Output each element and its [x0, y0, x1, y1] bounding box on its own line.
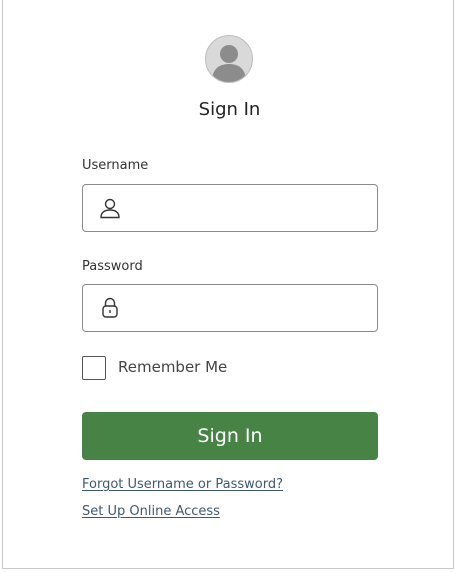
username-field[interactable] — [82, 184, 378, 232]
setup-online-access-link[interactable]: Set Up Online Access — [82, 504, 220, 519]
remember-me-checkbox[interactable] — [82, 356, 106, 380]
remember-me-label[interactable]: Remember Me — [118, 358, 227, 376]
sign-in-button[interactable]: Sign In — [82, 412, 378, 460]
user-avatar-icon — [205, 35, 253, 83]
username-input[interactable] — [133, 185, 369, 231]
page-title: Sign In — [198, 99, 261, 120]
username-label: Username — [82, 158, 149, 173]
password-label: Password — [82, 259, 143, 274]
user-icon — [98, 196, 122, 220]
password-field[interactable] — [82, 284, 378, 332]
lock-icon — [98, 296, 122, 320]
forgot-credentials-link[interactable]: Forgot Username or Password? — [82, 477, 283, 492]
password-input[interactable] — [133, 285, 369, 331]
